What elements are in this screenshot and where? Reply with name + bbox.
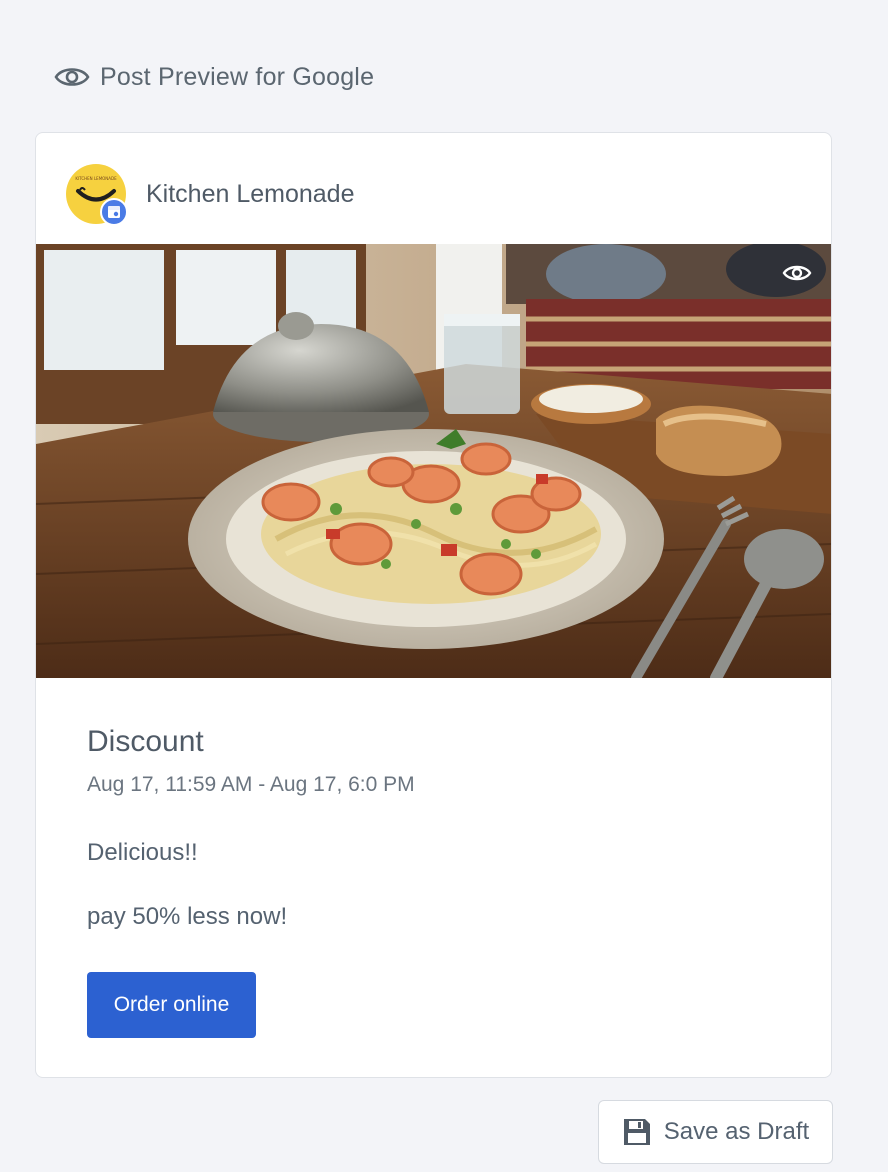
- business-avatar: KITCHEN LEMONADE: [66, 164, 128, 226]
- eye-icon: [54, 65, 90, 89]
- post-image: [36, 244, 831, 678]
- save-as-draft-button[interactable]: Save as Draft: [598, 1100, 833, 1164]
- preview-header: Post Preview for Google: [54, 60, 374, 94]
- business-name: Kitchen Lemonade: [146, 179, 355, 208]
- save-disk-icon: [622, 1117, 652, 1147]
- google-business-icon: [100, 198, 128, 226]
- logo-small-text: KITCHEN LEMONADE: [75, 176, 117, 181]
- image-eye-icon[interactable]: [782, 262, 812, 284]
- business-header: KITCHEN LEMONADE Kitchen Lemonade: [66, 163, 355, 226]
- post-date-range: Aug 17, 11:59 AM - Aug 17, 6:0 PM: [87, 773, 415, 796]
- order-online-button[interactable]: Order online: [87, 972, 256, 1038]
- post-body-line2: pay 50% less now!: [87, 903, 288, 930]
- post-body-line1: Delicious!!: [87, 839, 198, 866]
- save-as-draft-label: Save as Draft: [663, 1118, 810, 1145]
- post-title: Discount: [87, 725, 204, 758]
- page-title: Post Preview for Google: [100, 62, 375, 91]
- post-preview-card: KITCHEN LEMONADE Kitchen Lemonade Discou…: [35, 132, 832, 1078]
